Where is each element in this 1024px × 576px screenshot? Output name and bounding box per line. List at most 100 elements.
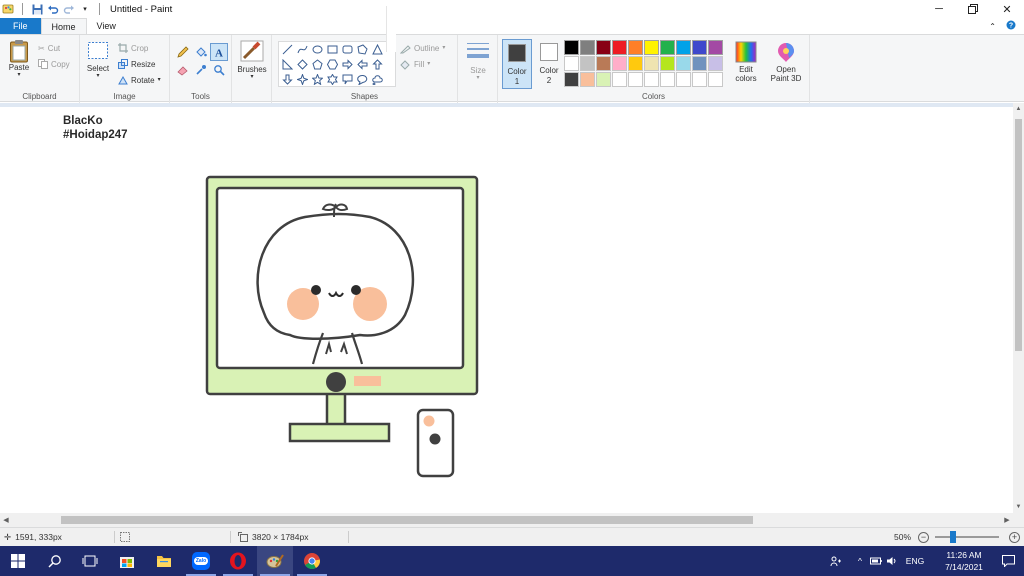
palette-swatch[interactable] — [660, 56, 675, 71]
color-picker-icon[interactable] — [192, 61, 210, 79]
palette-swatch[interactable] — [708, 56, 723, 71]
palette-swatch[interactable] — [612, 56, 627, 71]
restore-button[interactable] — [956, 0, 990, 18]
save-icon[interactable] — [31, 3, 43, 15]
tab-home[interactable]: Home — [40, 18, 87, 34]
palette-swatch[interactable] — [676, 40, 691, 55]
brushes-button[interactable]: Brushes ▾ — [235, 40, 269, 80]
fill-bucket-icon[interactable] — [192, 43, 210, 61]
select-button[interactable]: Select ▾ — [84, 41, 112, 79]
palette-swatch[interactable] — [628, 40, 643, 55]
zoom-in-button[interactable]: + — [1009, 532, 1020, 543]
resize-button[interactable]: Resize — [118, 57, 155, 71]
palette-swatch[interactable] — [660, 72, 675, 87]
input-language[interactable]: ENG — [902, 546, 928, 576]
palette-swatch[interactable] — [660, 40, 675, 55]
palette-swatch[interactable] — [596, 40, 611, 55]
volume-icon[interactable] — [884, 546, 900, 576]
palette-swatch[interactable] — [580, 72, 595, 87]
palette-swatch[interactable] — [580, 40, 595, 55]
taskbar-paint[interactable] — [257, 546, 293, 576]
start-button[interactable] — [0, 546, 36, 576]
palette-swatch[interactable] — [692, 40, 707, 55]
tab-file[interactable]: File — [0, 18, 41, 34]
polygon-shape-icon[interactable] — [355, 42, 370, 57]
cloud-callout-shape-icon[interactable] — [370, 72, 385, 87]
shapes-scrollbar[interactable] — [386, 6, 396, 52]
palette-swatch[interactable] — [564, 56, 579, 71]
battery-icon[interactable] — [868, 546, 884, 576]
fill-button[interactable]: Fill ▾ — [400, 57, 430, 71]
close-button[interactable]: ✕ — [990, 0, 1024, 18]
zoom-slider[interactable] — [935, 536, 999, 538]
palette-swatch[interactable] — [612, 72, 627, 87]
pentagon-shape-icon[interactable] — [310, 57, 325, 72]
scroll-down-icon[interactable]: ▼ — [1013, 501, 1024, 513]
rotate-button[interactable]: Rotate ▾ — [118, 73, 161, 87]
four-point-star-shape-icon[interactable] — [295, 72, 310, 87]
palette-swatch[interactable] — [596, 56, 611, 71]
diamond-shape-icon[interactable] — [295, 57, 310, 72]
text-tool-icon[interactable]: A — [210, 43, 228, 61]
palette-swatch[interactable] — [596, 72, 611, 87]
zoom-slider-thumb[interactable] — [950, 531, 956, 543]
palette-swatch[interactable] — [628, 72, 643, 87]
cut-button[interactable]: ✂ Cut — [38, 41, 60, 55]
palette-swatch[interactable] — [628, 56, 643, 71]
notification-icon[interactable] — [996, 546, 1020, 576]
task-view-button[interactable] — [72, 546, 108, 576]
size-button[interactable]: Size ▾ — [463, 41, 493, 81]
palette-swatch[interactable] — [676, 56, 691, 71]
help-icon[interactable]: ? — [1006, 20, 1016, 32]
clock[interactable]: 11:26 AM 7/14/2021 — [936, 549, 992, 573]
zoom-out-button[interactable]: − — [918, 532, 929, 543]
palette-swatch[interactable] — [708, 72, 723, 87]
palette-swatch[interactable] — [692, 72, 707, 87]
taskbar-zalo[interactable]: Zalo — [183, 546, 219, 576]
show-hidden-icons[interactable]: ^ — [852, 546, 868, 576]
rect-callout-shape-icon[interactable] — [340, 72, 355, 87]
palette-swatch[interactable] — [676, 72, 691, 87]
drawing-canvas[interactable]: BlacKo #Hoidap247 — [0, 107, 1013, 513]
people-icon[interactable] — [824, 546, 848, 576]
paint-app-icon[interactable] — [2, 3, 14, 15]
palette-swatch[interactable] — [644, 40, 659, 55]
color2-button[interactable]: Color 2 — [534, 39, 564, 89]
taskbar-opera[interactable] — [220, 546, 256, 576]
scroll-up-icon[interactable]: ▲ — [1013, 103, 1024, 115]
horizontal-scroll-thumb[interactable] — [61, 516, 753, 524]
edit-colors-button[interactable]: Edit colors — [732, 41, 760, 83]
rectangle-shape-icon[interactable] — [325, 42, 340, 57]
triangle-shape-icon[interactable] — [370, 42, 385, 57]
tab-view[interactable]: View — [87, 18, 126, 34]
pencil-icon[interactable] — [174, 43, 192, 61]
scroll-right-icon[interactable]: ▶ — [1001, 513, 1013, 527]
shapes-gallery[interactable] — [278, 41, 396, 87]
redo-icon[interactable] — [63, 3, 75, 15]
right-triangle-shape-icon[interactable] — [280, 57, 295, 72]
left-arrow-shape-icon[interactable] — [355, 57, 370, 72]
palette-swatch[interactable] — [612, 40, 627, 55]
minimize-button[interactable]: ─ — [922, 0, 956, 18]
eraser-icon[interactable] — [174, 61, 192, 79]
rounded-rectangle-shape-icon[interactable] — [340, 42, 355, 57]
vertical-scrollbar[interactable]: ▲ ▼ — [1013, 103, 1024, 513]
palette-swatch[interactable] — [644, 72, 659, 87]
line-shape-icon[interactable] — [280, 42, 295, 57]
collapse-ribbon-icon[interactable]: ⌃ — [989, 22, 996, 31]
color1-button[interactable]: Color 1 — [502, 39, 532, 89]
undo-icon[interactable] — [47, 3, 59, 15]
taskbar-file-explorer[interactable] — [146, 546, 182, 576]
palette-swatch[interactable] — [644, 56, 659, 71]
six-point-star-shape-icon[interactable] — [325, 72, 340, 87]
hexagon-shape-icon[interactable] — [325, 57, 340, 72]
vertical-scroll-thumb[interactable] — [1015, 119, 1022, 351]
five-point-star-shape-icon[interactable] — [310, 72, 325, 87]
oval-shape-icon[interactable] — [310, 42, 325, 57]
copy-button[interactable]: Copy — [38, 57, 70, 71]
taskbar-chrome[interactable] — [294, 546, 330, 576]
curve-shape-icon[interactable] — [295, 42, 310, 57]
horizontal-scrollbar[interactable]: ◀ ▶ — [0, 513, 1013, 527]
palette-swatch[interactable] — [708, 40, 723, 55]
taskbar-store[interactable] — [109, 546, 145, 576]
